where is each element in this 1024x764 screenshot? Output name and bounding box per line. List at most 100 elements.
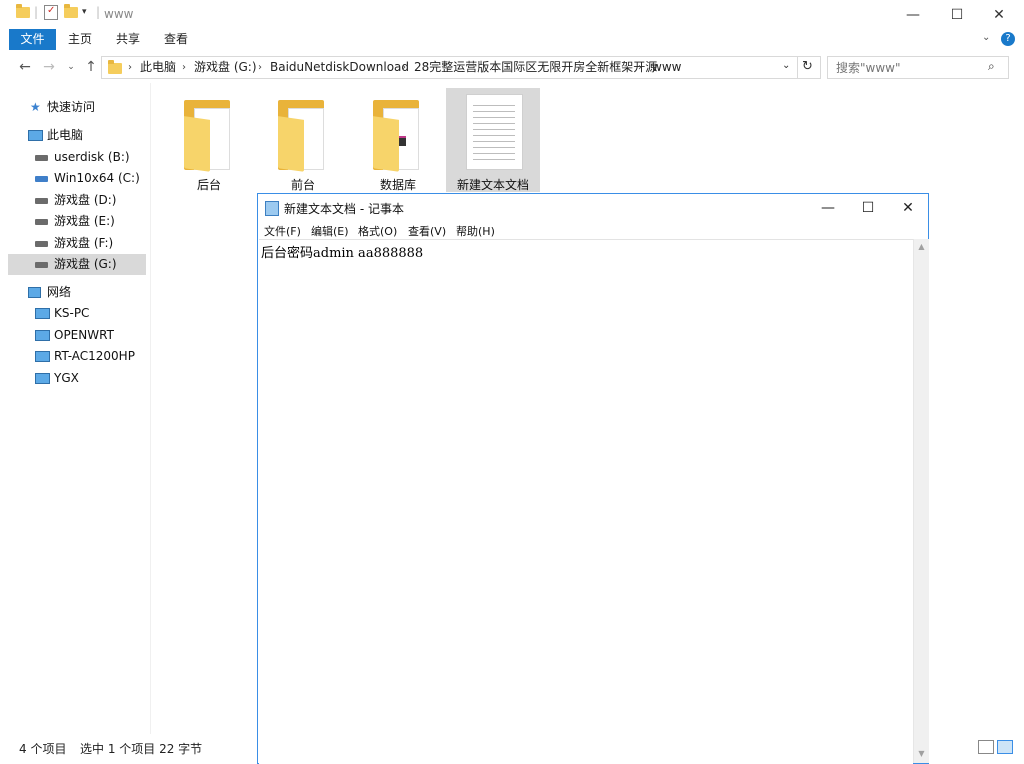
file-name: 数据库 [379, 178, 416, 192]
navigation-pane: ★ 快速访问 此电脑 userdisk (B:) Win10x64 (C:) 游… [0, 83, 151, 734]
file-item-folder[interactable]: 前台 [256, 88, 350, 192]
tab-share[interactable]: 共享 [110, 29, 146, 50]
large-icons-view-icon[interactable] [997, 740, 1013, 754]
folder-icon [108, 60, 122, 74]
forward-arrow-icon[interactable]: → [40, 58, 58, 76]
properties-icon[interactable]: ✓ [44, 5, 58, 20]
ribbon-tabs: 文件 主页 共享 查看 ⌄ ? [0, 29, 1024, 50]
menu-edit[interactable]: 编辑(E) [311, 223, 349, 239]
quick-access-dropdown-icon[interactable]: ▾ [82, 7, 87, 17]
menu-file[interactable]: 文件(F) [264, 223, 301, 239]
breadcrumb-separator: › [638, 62, 642, 73]
notepad-icon [265, 201, 279, 216]
nav-label: OPENWRT [54, 328, 114, 342]
maximize-button[interactable]: ☐ [934, 0, 980, 29]
nav-label: YGX [54, 371, 79, 385]
nav-label: 游戏盘 (D:) [54, 193, 117, 207]
notepad-maximize-button[interactable]: ☐ [848, 194, 888, 221]
database-badge-icon [399, 136, 406, 146]
breadcrumb-this-pc[interactable]: 此电脑 [140, 57, 176, 78]
file-item-text-document[interactable]: 新建文本文档 [446, 88, 540, 192]
folder-icon [184, 100, 234, 172]
notepad-content[interactable]: 后台密码admin aa888888 [261, 242, 423, 261]
file-item-folder[interactable]: 数据库 [351, 88, 445, 192]
drive-icon [35, 262, 48, 268]
tab-file[interactable]: 文件 [9, 29, 56, 50]
search-box[interactable]: ⌕ [827, 56, 1009, 79]
status-selection: 选中 1 个项目 22 字节 [80, 742, 203, 756]
file-item-folder[interactable]: 后台 [162, 88, 256, 192]
folder-icon [278, 100, 328, 172]
nav-network[interactable]: 网络 [8, 282, 146, 303]
menu-view[interactable]: 查看(V) [408, 223, 446, 239]
new-folder-icon[interactable] [64, 4, 78, 18]
back-arrow-icon[interactable]: ← [16, 58, 34, 76]
help-icon[interactable]: ? [1001, 32, 1015, 46]
explorer-title-bar: | ✓ ▾ | www — ☐ ✕ [0, 0, 1024, 29]
notepad-close-button[interactable]: ✕ [888, 194, 928, 221]
menu-help[interactable]: 帮助(H) [456, 223, 495, 239]
computer-icon [28, 130, 43, 141]
nav-network-ks-pc[interactable]: KS-PC [8, 303, 146, 324]
separator: | [96, 5, 101, 19]
address-bar[interactable]: › 此电脑 › 游戏盘 (G:) › BaiduNetdiskDownload … [101, 56, 821, 79]
nav-label: Win10x64 (C:) [54, 171, 140, 185]
breadcrumb-separator: › [258, 62, 262, 73]
notepad-menu-bar: 文件(F) 编辑(E) 格式(O) 查看(V) 帮助(H) [258, 221, 928, 239]
folder-icon [16, 4, 30, 18]
nav-label: 游戏盘 (F:) [54, 236, 114, 250]
search-icon[interactable]: ⌕ [988, 59, 995, 74]
scroll-down-icon[interactable]: ▼ [917, 749, 926, 758]
nav-drive-e[interactable]: 游戏盘 (E:) [8, 211, 146, 232]
up-arrow-icon[interactable]: ↑ [82, 58, 100, 76]
breadcrumb-baidunetdisk[interactable]: BaiduNetdiskDownload [270, 57, 409, 78]
notepad-text-area[interactable]: 后台密码admin aa888888 [259, 239, 913, 764]
nav-this-pc[interactable]: 此电脑 [8, 125, 146, 146]
nav-network-rt-ac1200hp[interactable]: RT-AC1200HP [8, 346, 146, 367]
nav-label: 快速访问 [47, 100, 96, 114]
nav-network-ygx[interactable]: YGX [8, 368, 146, 389]
nav-quick-access[interactable]: ★ 快速访问 [8, 97, 146, 118]
nav-drive-f[interactable]: 游戏盘 (F:) [8, 233, 146, 254]
windows-drive-icon [35, 176, 48, 182]
breadcrumb-drive-g[interactable]: 游戏盘 (G:) [194, 57, 257, 78]
details-view-icon[interactable] [978, 740, 994, 754]
nav-drive-c[interactable]: Win10x64 (C:) [8, 168, 146, 189]
search-input[interactable] [834, 57, 988, 78]
menu-format[interactable]: 格式(O) [358, 223, 397, 239]
nav-label: 网络 [47, 285, 72, 299]
nav-drive-d[interactable]: 游戏盘 (D:) [8, 190, 146, 211]
notepad-vertical-scrollbar[interactable]: ▲ ▼ [913, 239, 929, 763]
network-icon [28, 287, 41, 298]
close-button[interactable]: ✕ [976, 0, 1022, 29]
refresh-icon[interactable]: ↻ [802, 59, 813, 74]
drive-icon [35, 198, 48, 204]
drive-icon [35, 241, 48, 247]
window-title: www [104, 7, 134, 21]
minimize-button[interactable]: — [890, 0, 936, 29]
nav-label: userdisk (B:) [54, 150, 130, 164]
recent-locations-icon[interactable]: ⌄ [62, 58, 80, 76]
nav-drive-g[interactable]: 游戏盘 (G:) [8, 254, 146, 275]
tab-view[interactable]: 查看 [158, 29, 194, 50]
nav-drive-b[interactable]: userdisk (B:) [8, 147, 146, 168]
notepad-window: 新建文本文档 - 记事本 — ☐ ✕ 文件(F) 编辑(E) 格式(O) 查看(… [257, 193, 929, 764]
computer-icon [35, 330, 50, 341]
ribbon-expand-icon[interactable]: ⌄ [982, 32, 990, 43]
star-icon: ★ [30, 100, 41, 114]
breadcrumb-project[interactable]: 28完整运营版本国际区无限开房全新框架开源 [414, 57, 657, 78]
file-name: 新建文本文档 [456, 178, 529, 192]
notepad-title-bar: 新建文本文档 - 记事本 — ☐ ✕ [258, 194, 928, 221]
address-dropdown-icon[interactable]: ⌄ [782, 60, 790, 71]
breadcrumb-www[interactable]: www [652, 57, 681, 78]
separator: | [34, 5, 39, 19]
nav-network-openwrt[interactable]: OPENWRT [8, 325, 146, 346]
nav-label: RT-AC1200HP [54, 349, 135, 363]
nav-label: KS-PC [54, 306, 90, 320]
tab-home[interactable]: 主页 [62, 29, 98, 50]
breadcrumb-separator: › [128, 62, 132, 73]
notepad-minimize-button[interactable]: — [808, 194, 848, 221]
scroll-up-icon[interactable]: ▲ [917, 242, 926, 251]
file-name: 后台 [196, 178, 221, 192]
nav-label: 此电脑 [47, 128, 84, 142]
